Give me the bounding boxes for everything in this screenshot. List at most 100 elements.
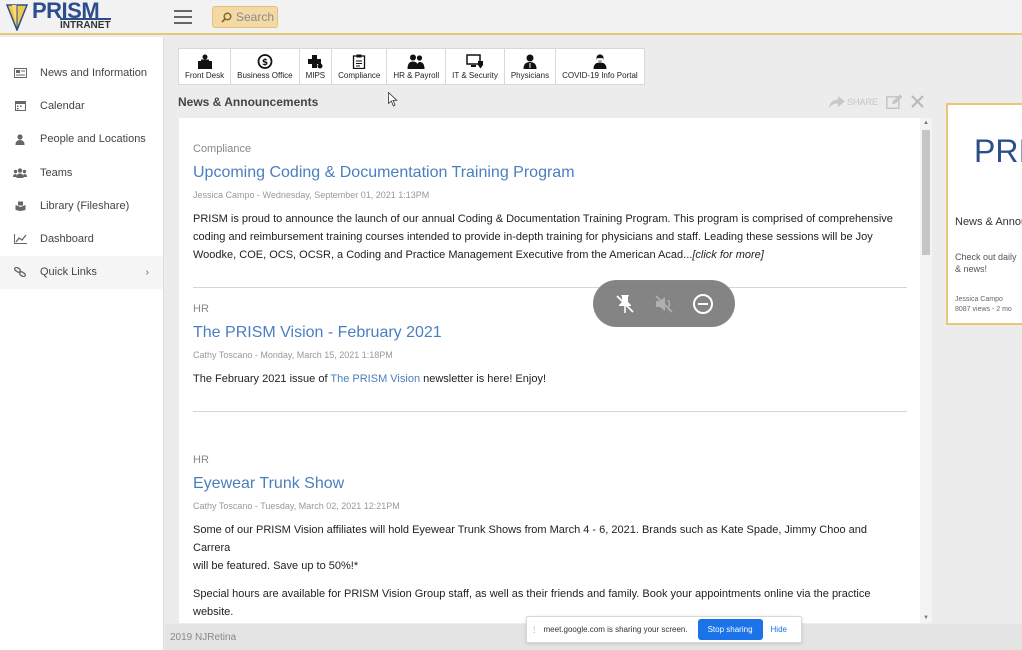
sidebar-item-label: News and Information <box>40 66 147 79</box>
article-text: newsletter is here! Enjoy! <box>420 373 547 385</box>
screen-share-bar: ⁞ meet.google.com is sharing your screen… <box>526 616 802 643</box>
article-byline: Cathy Toscano - Monday, March 15, 2021 1… <box>193 350 393 360</box>
minimize-button[interactable] <box>689 290 717 318</box>
click-for-more-link[interactable]: [click for more] <box>692 249 764 261</box>
section-toolbar: SHARE <box>829 94 924 109</box>
scrollbar-thumb[interactable] <box>922 130 930 255</box>
close-icon[interactable] <box>911 95 924 108</box>
sidebar-item-dashboard[interactable]: Dashboard <box>0 222 163 255</box>
sidebar-item-teams[interactable]: Teams <box>0 156 163 189</box>
article-text-line: Special hours are available for PRISM Vi… <box>193 588 871 600</box>
sidebar-item-news[interactable]: News and Information <box>0 56 163 89</box>
article-category: Compliance <box>193 143 252 155</box>
edit-icon[interactable] <box>886 94 903 109</box>
stop-sharing-button[interactable]: Stop sharing <box>697 619 763 640</box>
tile-label: Physicians <box>510 71 550 80</box>
tile-label: IT & Security <box>452 71 498 80</box>
search-button[interactable]: Search <box>212 6 278 28</box>
mute-button[interactable] <box>650 290 678 318</box>
people-icon <box>407 54 425 69</box>
unpin-button[interactable] <box>611 290 639 318</box>
article-title[interactable]: Upcoming Coding & Documentation Training… <box>193 164 907 182</box>
main-content: Front Desk $ Business Office MIPS Compli… <box>165 37 1022 650</box>
card-author: Jessica Campo <box>955 296 1003 303</box>
scroll-down-arrow-icon[interactable]: ▼ <box>923 615 929 621</box>
library-icon <box>13 199 27 213</box>
tile-it-security[interactable]: IT & Security <box>446 49 505 84</box>
tile-label: MIPS <box>305 71 326 80</box>
card-logo: PRI <box>974 133 1022 169</box>
article-title[interactable]: The PRISM Vision - February 2021 <box>193 324 907 342</box>
tile-label: COVID-19 Info Portal <box>562 71 638 80</box>
card-text-line: & news! <box>955 264 988 274</box>
front-desk-icon <box>197 54 212 69</box>
article-category: HR <box>193 303 209 315</box>
medical-plus-icon <box>308 55 323 69</box>
department-tiles: Front Desk $ Business Office MIPS Compli… <box>178 48 645 85</box>
article-divider <box>193 411 907 412</box>
newspaper-icon <box>13 66 27 80</box>
news-scrollbar[interactable]: ▲ ▼ <box>920 118 932 623</box>
sidebar-item-label: People and Locations <box>40 133 146 146</box>
top-bar: PRISM INTRANET Search <box>0 0 1022 35</box>
article-title[interactable]: Eyewear Trunk Show <box>193 475 907 493</box>
drag-handle-icon[interactable]: ⁞ <box>533 625 536 635</box>
tile-label: Business Office <box>237 71 293 80</box>
share-button[interactable]: SHARE <box>829 95 879 108</box>
link-icon <box>13 265 27 279</box>
article-byline: Jessica Campo - Wednesday, September 01,… <box>193 190 430 200</box>
article-text-line: Some of our PRISM Vision affiliates will… <box>193 524 867 554</box>
card-stats: 8087 views - 2 mo <box>955 306 1012 313</box>
magnifier-icon <box>221 11 232 23</box>
sidebar-item-label: Calendar <box>40 99 85 112</box>
chevron-right-icon: › <box>145 266 149 278</box>
floating-control-pill <box>593 280 735 327</box>
tile-label: HR & Payroll <box>393 71 440 80</box>
tile-hr-payroll[interactable]: HR & Payroll <box>387 49 447 84</box>
article-text: The February 2021 issue of <box>193 373 331 385</box>
section-title: News & Announcements <box>178 95 319 109</box>
tile-label: Compliance <box>338 71 381 80</box>
tile-covid-portal[interactable]: COVID-19 Info Portal <box>556 49 644 84</box>
masked-person-icon <box>593 54 607 69</box>
card-text: Check out daily & news! <box>955 251 1017 275</box>
tile-business-office[interactable]: $ Business Office <box>231 49 300 84</box>
sidebar-item-label: Library (Fileshare) <box>40 199 130 212</box>
article-byline: Cathy Toscano - Tuesday, March 02, 2021 … <box>193 501 400 511</box>
sidebar-item-library[interactable]: Library (Fileshare) <box>0 189 163 222</box>
sidebar-item-calendar[interactable]: Calendar <box>0 89 163 122</box>
scroll-up-arrow-icon[interactable]: ▲ <box>923 120 929 126</box>
dollar-icon: $ <box>257 54 273 69</box>
doctor-icon <box>523 54 537 69</box>
person-icon <box>13 132 27 146</box>
article-divider <box>193 287 907 288</box>
tile-physicians[interactable]: Physicians <box>505 49 557 84</box>
news-article: Compliance Upcoming Coding & Documentati… <box>193 143 907 264</box>
minus-circle-icon <box>693 293 714 314</box>
hide-button[interactable]: Hide <box>771 625 787 634</box>
computer-shield-icon <box>466 54 483 69</box>
footer-text: 2019 NJRetina <box>170 632 237 643</box>
tile-mips[interactable]: MIPS <box>300 49 333 84</box>
tile-front-desk[interactable]: Front Desk <box>179 49 232 84</box>
share-message: meet.google.com is sharing your screen. <box>543 625 688 634</box>
sidebar-item-label: Quick Links <box>40 266 97 279</box>
article-text-line: PRISM is proud to announce the launch of… <box>193 213 893 225</box>
pin-off-icon <box>616 294 634 313</box>
news-card-preview[interactable]: PRI News & Annou Check out daily & news!… <box>946 103 1022 325</box>
svg-text:$: $ <box>262 58 268 68</box>
hamburger-icon[interactable] <box>174 10 192 24</box>
article-body: Some of our PRISM Vision affiliates will… <box>193 521 907 575</box>
mute-icon <box>655 294 673 313</box>
prism-vision-link[interactable]: The PRISM Vision <box>330 373 420 385</box>
clipboard-icon <box>353 54 366 69</box>
news-article: HR The PRISM Vision - February 2021 Cath… <box>193 303 907 388</box>
sidebar-item-people[interactable]: People and Locations <box>0 123 163 156</box>
tile-compliance[interactable]: Compliance <box>332 49 388 84</box>
share-label: SHARE <box>847 96 879 107</box>
news-article: HR Eyewear Trunk Show Cathy Toscano - Tu… <box>193 454 907 621</box>
article-category: HR <box>193 454 209 466</box>
search-label: Search <box>236 10 275 24</box>
prism-logo[interactable]: PRISM INTRANET <box>4 0 124 34</box>
sidebar-item-quick-links[interactable]: Quick Links › <box>0 255 163 290</box>
